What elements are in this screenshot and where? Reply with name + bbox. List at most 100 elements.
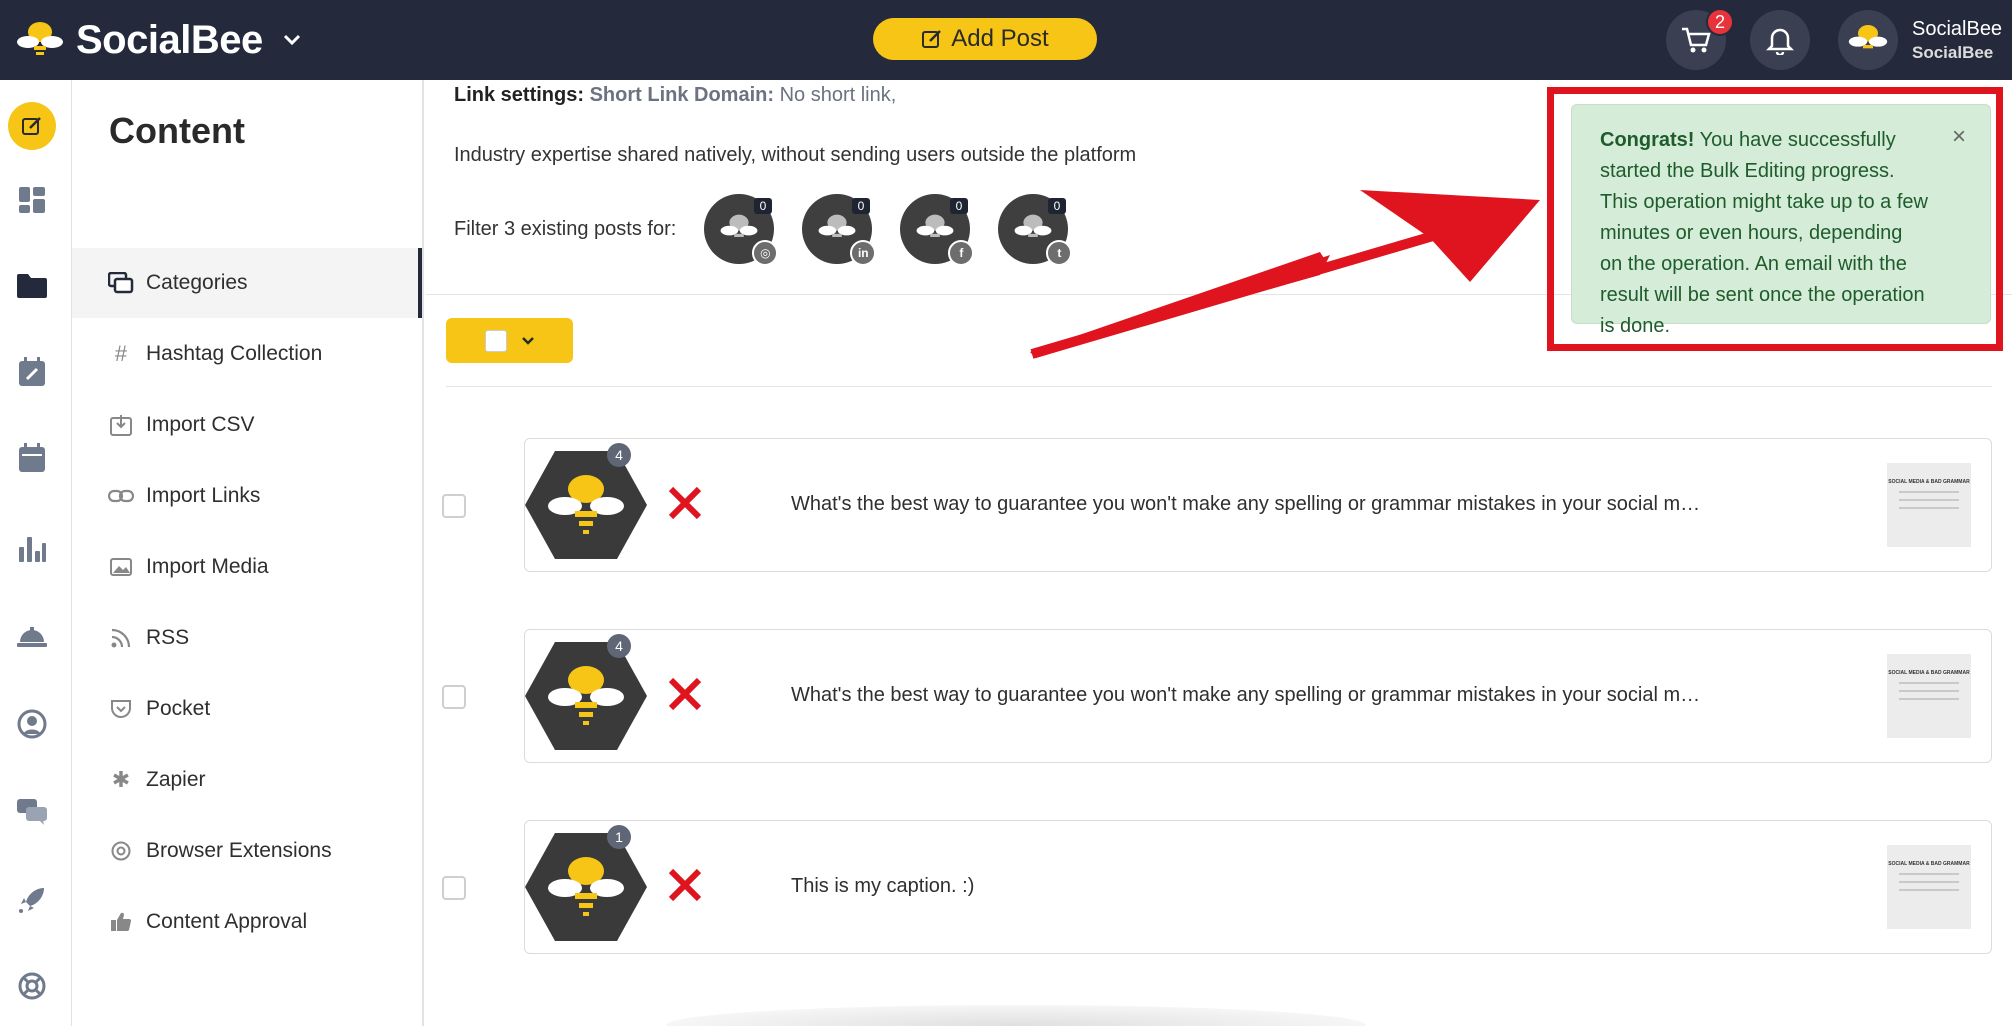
bee-avatar-icon (1848, 25, 1888, 49)
select-all-checkbox[interactable] (484, 329, 507, 352)
brand-logo[interactable]: SocialBee (16, 14, 301, 66)
content-sidebar: Content Categories # Hashtag Collection … (72, 80, 424, 1026)
post-thumbnail: SOCIAL MEDIA & BAD GRAMMAR (1887, 463, 1971, 547)
network-filter: Filter 3 existing posts for: 0 ◎ 0 in 0 … (454, 192, 1073, 266)
error-x-icon (668, 486, 702, 520)
sidebar-item-label: Content Approval (146, 910, 308, 933)
rail-messages[interactable] (8, 788, 56, 836)
toast-message: You have successfully started the Bulk E… (1600, 129, 1928, 337)
avatar (1838, 10, 1898, 70)
post-thumbnail: SOCIAL MEDIA & BAD GRAMMAR (1887, 845, 1971, 929)
cart-button[interactable]: 2 (1666, 8, 1734, 70)
thumbnail-title: SOCIAL MEDIA & BAD GRAMMAR (1888, 861, 1970, 867)
sidebar-item-browser-extensions[interactable]: Browser Extensions (72, 816, 422, 886)
network-count: 0 (851, 198, 871, 214)
user-menu[interactable]: SocialBee SocialBee (1838, 10, 2002, 70)
edit-icon (22, 117, 41, 135)
post-card[interactable]: 4 What's the best way to guarantee you w… (524, 438, 1992, 572)
rss-icon (108, 628, 134, 648)
post-card[interactable]: 4 What's the best way to guarantee you w… (524, 629, 1992, 763)
rail-help[interactable] (8, 962, 56, 1010)
page-title: Content (109, 110, 245, 151)
thumbnail-title: SOCIAL MEDIA & BAD GRAMMAR (1888, 479, 1970, 485)
sidebar-item-label: Hashtag Collection (146, 342, 323, 365)
rail-audience[interactable] (8, 700, 56, 748)
post-card[interactable]: 1 This is my caption. :) SOCIAL MEDIA & … (524, 820, 1992, 954)
sidebar-item-import-media[interactable]: Import Media (72, 532, 422, 602)
post-count-badge: 4 (607, 634, 631, 658)
sidebar-item-import-csv[interactable]: Import CSV (72, 390, 422, 460)
post-thumbnail: SOCIAL MEDIA & BAD GRAMMAR (1887, 654, 1971, 738)
brand-name: SocialBee (76, 17, 263, 62)
sidebar-item-content-approval[interactable]: Content Approval (72, 887, 422, 957)
pocket-icon (108, 699, 134, 719)
rail-schedule[interactable] (8, 348, 56, 396)
filter-facebook[interactable]: 0 f (900, 194, 975, 266)
thumbnail-line (1899, 881, 1959, 883)
error-x-icon (668, 677, 702, 711)
dashboard-icon (19, 187, 45, 213)
image-icon (108, 558, 134, 576)
user-names: SocialBee SocialBee (1912, 17, 2002, 63)
filter-instagram[interactable]: 0 ◎ (704, 194, 779, 266)
sidebar-item-pocket[interactable]: Pocket (72, 674, 422, 744)
sidebar-item-import-links[interactable]: Import Links (72, 461, 422, 531)
add-post-button[interactable]: Add Post (873, 18, 1097, 60)
facebook-icon: f (948, 240, 975, 266)
close-icon[interactable]: × (1952, 121, 1966, 152)
sidebar-item-label: Zapier (146, 768, 206, 791)
thumbnail-line (1899, 499, 1959, 501)
chrome-icon (108, 841, 134, 861)
categories-icon (108, 272, 134, 294)
bee-avatar-icon (720, 214, 758, 237)
bee-logo-icon (17, 22, 63, 55)
chevron-down-icon[interactable] (283, 34, 301, 46)
chat-icon (17, 799, 47, 825)
sidebar-item-rss[interactable]: RSS (72, 603, 422, 673)
thumbnail-line (1899, 682, 1959, 684)
calendar-icon (19, 443, 45, 472)
rail-folder[interactable] (8, 262, 56, 310)
post-count-badge: 4 (607, 443, 631, 467)
post-checkbox[interactable] (442, 876, 466, 900)
rail-analytics[interactable] (8, 524, 56, 572)
post-checkbox[interactable] (442, 685, 466, 709)
bee-avatar-icon (818, 214, 856, 237)
concierge-icon (17, 627, 47, 647)
top-bar: SocialBee Add Post 2 SocialBee SocialBee (0, 0, 2012, 80)
annotation-arrow (1030, 190, 1540, 359)
thumbs-up-icon (108, 912, 134, 932)
post-checkbox[interactable] (442, 494, 466, 518)
audience-icon (17, 709, 47, 739)
chevron-down-icon (521, 336, 534, 345)
bulk-select-dropdown[interactable] (446, 318, 573, 363)
network-count: 0 (949, 198, 969, 214)
sidebar-item-zapier[interactable]: ✱ Zapier (72, 745, 422, 815)
rail-growth[interactable] (8, 876, 56, 924)
rail-content-edit[interactable] (8, 102, 56, 150)
thumbnail-title: SOCIAL MEDIA & BAD GRAMMAR (1888, 670, 1970, 676)
sidebar-item-hashtag-collection[interactable]: # Hashtag Collection (72, 319, 422, 389)
thumbnail-line (1899, 698, 1959, 700)
edit-icon (922, 30, 942, 48)
icon-rail (0, 80, 72, 1026)
hashtag-icon: # (114, 341, 128, 366)
notifications-button[interactable] (1750, 10, 1810, 70)
instagram-icon: ◎ (752, 240, 779, 266)
import-csv-icon (108, 414, 134, 436)
filter-linkedin[interactable]: 0 in (802, 194, 877, 266)
sidebar-item-label: Categories (146, 271, 248, 294)
toast-strong: Congrats! (1600, 129, 1695, 151)
post-text: What's the best way to guarantee you won… (791, 493, 1701, 515)
rail-concierge[interactable] (8, 612, 56, 660)
rail-calendar[interactable] (8, 434, 56, 482)
post-text: This is my caption. :) (791, 875, 975, 897)
sidebar-item-categories[interactable]: Categories (72, 248, 422, 318)
help-icon (18, 972, 46, 1000)
bee-hexagon-icon (525, 642, 647, 750)
category-description: Industry expertise shared natively, with… (454, 144, 1137, 166)
sidebar-item-label: RSS (146, 626, 190, 649)
bell-icon (1766, 28, 1794, 55)
rail-dashboard[interactable] (8, 176, 56, 224)
thumbnail-line (1899, 873, 1959, 875)
